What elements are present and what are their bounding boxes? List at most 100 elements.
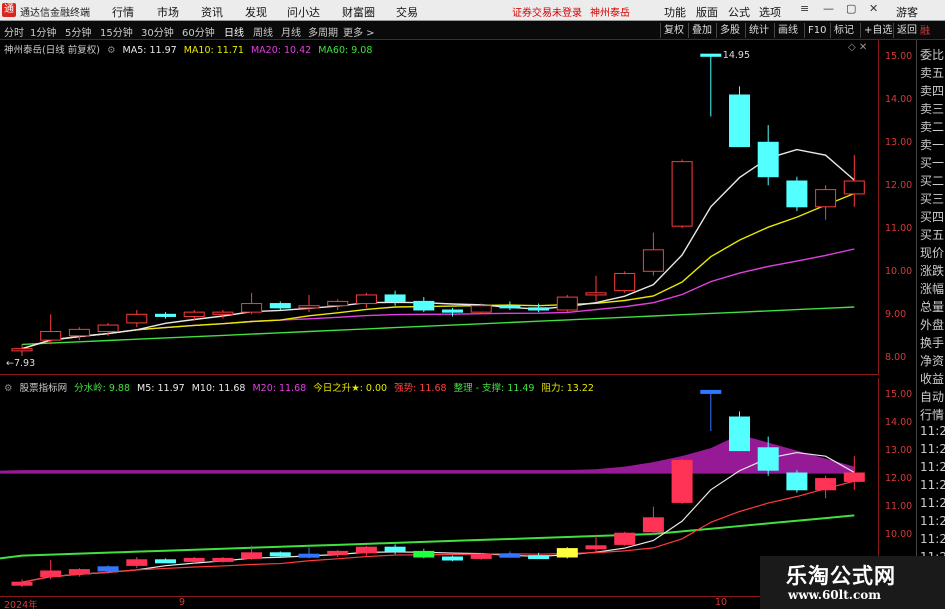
menu-jiaoyi[interactable]: 交易 <box>396 4 418 20</box>
side-item[interactable]: 卖三 <box>920 100 944 117</box>
ma60-line <box>21 306 855 346</box>
menu-hangqing[interactable]: 行情 <box>112 4 134 20</box>
period-month[interactable]: 月线 <box>281 24 301 39</box>
main-kline-panel[interactable]: 神州泰岳(日线 前复权) ⚙ MA5: 11.97 MA10: 11.71 MA… <box>0 40 878 375</box>
period-week[interactable]: 周线 <box>253 24 273 39</box>
ind-candle-body <box>126 559 148 566</box>
restore-icon[interactable]: ▢ <box>846 2 856 15</box>
side-item[interactable]: 卖四 <box>920 82 944 99</box>
side-item[interactable]: 11:2 <box>920 442 945 456</box>
side-item[interactable]: 买一 <box>920 154 944 171</box>
side-item[interactable]: 涨幅 <box>920 280 944 297</box>
candle-body <box>815 189 837 208</box>
menu-wenxiaoda[interactable]: 问小达 <box>287 4 320 20</box>
side-item[interactable]: 买三 <box>920 190 944 207</box>
candle-body <box>585 292 607 296</box>
mark-button[interactable]: 标记 <box>830 23 857 38</box>
period-15min[interactable]: 15分钟 <box>100 24 133 39</box>
side-item[interactable]: 收益 <box>920 370 944 387</box>
side-item[interactable]: 现价 <box>920 244 944 261</box>
side-quote-menu: 融委比 卖五 卖四 卖三 卖二 卖一 买一 买二 买三 买四 买五 现价 涨跌 涨幅 总量 外盘 换手 净资 收益自… <box>916 26 945 609</box>
menu-shichang[interactable]: 市场 <box>157 4 179 20</box>
side-item[interactable]: 买二 <box>920 172 944 189</box>
overlay-button[interactable]: 叠加 <box>688 23 715 38</box>
menu-caifuquan[interactable]: 财富圈 <box>342 4 375 20</box>
add-watchlist-button[interactable]: +自选 <box>860 23 895 38</box>
login-notice[interactable]: 证券交易未登录 <box>512 4 582 19</box>
guest-label[interactable]: 游客 <box>896 4 918 20</box>
side-item[interactable]: 买五 <box>920 226 944 243</box>
layout-button[interactable]: 版面 <box>696 4 718 20</box>
period-more[interactable]: 更多 > <box>343 24 375 39</box>
main-price-tick: 11.00 <box>885 223 913 234</box>
side-item[interactable]: 委比 <box>920 46 944 63</box>
menu-zixun[interactable]: 资讯 <box>201 4 223 20</box>
candle-body <box>269 303 291 309</box>
side-item[interactable]: 11:2 <box>920 424 945 438</box>
period-5min[interactable]: 5分钟 <box>65 24 91 39</box>
app-title: 通达信金融终端 <box>20 8 90 19</box>
candle-body <box>413 300 435 311</box>
side-item[interactable]: 换手 <box>920 334 944 351</box>
watermark-title: 乐淘公式网 <box>786 564 896 588</box>
title-bar: 通 通达信金融终端 行情 市场 资讯 发现 问小达 财富圈 交易 证券交易未登录… <box>0 0 945 21</box>
multi-stock-button[interactable]: 多股 <box>716 23 743 38</box>
ind-candle-body <box>298 553 320 558</box>
f10-button[interactable]: F10 <box>804 23 829 38</box>
ind-candle-body <box>671 459 693 503</box>
side-item[interactable]: 卖五 <box>920 64 944 81</box>
side-item[interactable]: 涨跌 <box>920 262 944 279</box>
watermark-url: www.60lt.com <box>788 588 881 602</box>
side-item[interactable]: 11:2 <box>920 460 945 474</box>
ind-candle-body <box>700 389 722 394</box>
period-30min[interactable]: 30分钟 <box>141 24 174 39</box>
main-price-axis: 15.00 14.00 13.00 12.00 11.00 10.00 9.00 8.00 <box>878 40 916 375</box>
period-60min[interactable]: 60分钟 <box>182 24 215 39</box>
close-icon[interactable]: ✕ <box>869 2 878 15</box>
indicator-chart <box>0 389 865 587</box>
trend-band <box>0 434 855 474</box>
menu-faxian[interactable]: 发现 <box>245 4 267 20</box>
candle-body <box>556 296 578 311</box>
side-item[interactable]: 自动 <box>920 388 944 405</box>
back-button[interactable]: 返回 <box>893 23 920 38</box>
fuquan-button[interactable]: 复权 <box>660 23 687 38</box>
side-item[interactable]: 总量 <box>920 298 944 315</box>
side-item[interactable]: 卖一 <box>920 136 944 153</box>
indicator-panel[interactable]: ⚙ 股票指标网 分水岭: 9.88 M5: 11.97 M10: 11.68 M… <box>0 378 878 596</box>
options-button[interactable]: 选项 <box>759 4 781 20</box>
stats-button[interactable]: 统计 <box>745 23 772 38</box>
side-item[interactable]: 行情 <box>920 406 944 423</box>
draw-line-button[interactable]: 画线 <box>774 23 801 38</box>
side-item[interactable]: 买四 <box>920 208 944 225</box>
formula-button[interactable]: 公式 <box>728 4 750 20</box>
function-button[interactable]: 功能 <box>664 4 686 20</box>
candle-body <box>528 307 550 311</box>
period-multi[interactable]: 多周期 <box>308 24 338 39</box>
period-1min[interactable]: 1分钟 <box>30 24 56 39</box>
main-price-tick: 13.00 <box>885 137 913 148</box>
ind-candle-body <box>585 545 607 550</box>
ind-candle-body <box>413 550 435 558</box>
period-day[interactable]: 日线 <box>224 24 244 39</box>
period-fenshi[interactable]: 分时 <box>4 24 24 39</box>
ind-candle-body <box>470 553 492 559</box>
side-item[interactable]: 11:2 <box>920 532 945 546</box>
side-item[interactable]: 11:2 <box>920 496 945 510</box>
side-item[interactable]: 外盘 <box>920 316 944 333</box>
indicator-price-tick: 15.00 <box>885 389 913 400</box>
candle-body <box>786 180 808 208</box>
period-toolbar: 分时 1分钟 5分钟 15分钟 30分钟 60分钟 日线 周线 月线 多周期 更… <box>0 21 945 40</box>
side-item[interactable]: 11:2 <box>920 514 945 528</box>
side-item[interactable]: 11:2 <box>920 478 945 492</box>
candle-body <box>499 305 521 309</box>
minimize-icon[interactable]: — <box>823 2 834 15</box>
ind-candle-body <box>786 472 808 491</box>
side-item[interactable]: 卖二 <box>920 118 944 135</box>
ind-candle-body <box>556 548 578 558</box>
ind-candle-body <box>183 557 205 562</box>
menu-icon[interactable]: ≡ <box>800 2 809 15</box>
side-item[interactable]: 净资 <box>920 352 944 369</box>
main-price-tick: 8.00 <box>885 352 907 363</box>
main-price-tick: 10.00 <box>885 266 913 277</box>
